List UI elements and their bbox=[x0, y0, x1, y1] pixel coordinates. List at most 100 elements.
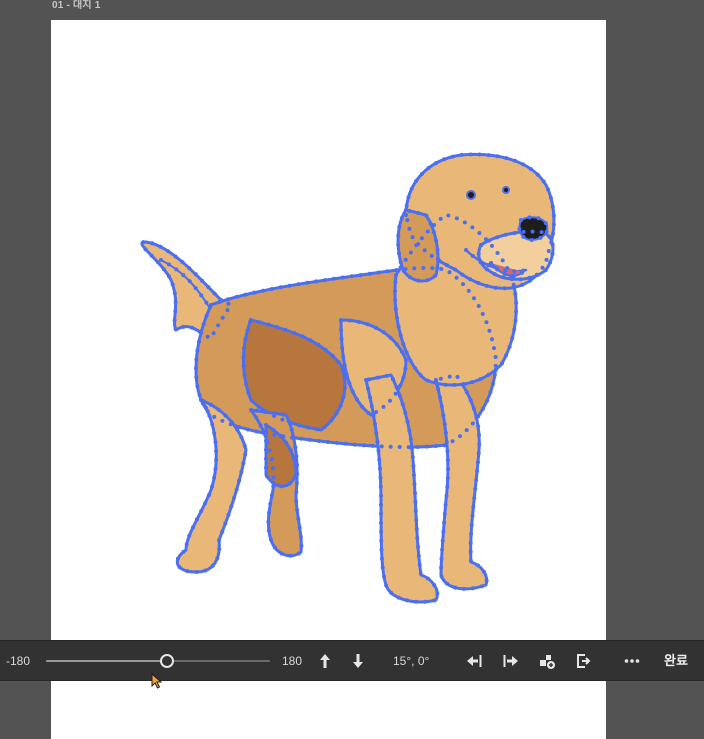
anchor-point[interactable] bbox=[528, 167, 533, 171]
anchor-point[interactable] bbox=[461, 586, 466, 591]
anchor-point[interactable] bbox=[272, 545, 277, 550]
anchor-point[interactable] bbox=[339, 319, 343, 323]
anchor-point[interactable] bbox=[419, 172, 424, 176]
anchor-point[interactable] bbox=[435, 591, 440, 596]
anchor-point[interactable] bbox=[166, 249, 171, 254]
anchor-point[interactable] bbox=[342, 385, 347, 390]
anchor-point[interactable] bbox=[204, 313, 209, 318]
anchor-point[interactable] bbox=[418, 571, 423, 576]
anchor-point[interactable] bbox=[411, 464, 416, 469]
anchor-point[interactable] bbox=[323, 348, 328, 352]
anchor-point[interactable] bbox=[266, 519, 271, 524]
anchor-point[interactable] bbox=[204, 300, 209, 305]
anchor-point[interactable] bbox=[484, 578, 489, 583]
anchor-point[interactable] bbox=[332, 276, 336, 281]
anchor-point[interactable] bbox=[550, 242, 555, 247]
anchor-point[interactable] bbox=[419, 236, 424, 241]
anchor-point[interactable] bbox=[344, 372, 349, 377]
anchor-point[interactable] bbox=[444, 493, 449, 498]
anchor-point[interactable] bbox=[308, 437, 312, 442]
anchor-point[interactable] bbox=[406, 195, 411, 200]
anchor-point[interactable] bbox=[242, 373, 247, 378]
anchor-point[interactable] bbox=[403, 366, 408, 371]
anchor-point[interactable] bbox=[502, 286, 507, 291]
anchor-point[interactable] bbox=[453, 585, 458, 590]
anchor-point[interactable] bbox=[367, 377, 371, 382]
anchor-point[interactable] bbox=[284, 440, 289, 445]
anchor-point[interactable] bbox=[340, 275, 345, 280]
anchor-point[interactable] bbox=[500, 361, 504, 366]
anchor-point[interactable] bbox=[503, 268, 508, 273]
anchor-point[interactable] bbox=[330, 353, 335, 358]
anchor-point[interactable] bbox=[244, 382, 249, 386]
anchor-point[interactable] bbox=[388, 335, 393, 340]
anchor-point[interactable] bbox=[201, 322, 206, 327]
anchor-point[interactable] bbox=[394, 273, 398, 277]
anchor-point[interactable] bbox=[488, 390, 493, 395]
anchor-point[interactable] bbox=[434, 381, 439, 386]
anchor-point[interactable] bbox=[291, 456, 296, 461]
anchor-point[interactable] bbox=[368, 395, 373, 400]
anchor-point[interactable] bbox=[268, 501, 273, 506]
anchor-point[interactable] bbox=[235, 427, 240, 432]
anchor-point[interactable] bbox=[513, 291, 518, 296]
anchor-point[interactable] bbox=[229, 420, 234, 425]
anchor-point[interactable] bbox=[404, 208, 408, 212]
anchor-point[interactable] bbox=[294, 481, 299, 485]
anchor-point[interactable] bbox=[214, 458, 219, 463]
anchor-point[interactable] bbox=[388, 398, 392, 403]
anchor-point[interactable] bbox=[294, 499, 299, 503]
anchor-point[interactable] bbox=[210, 563, 215, 568]
anchor-point[interactable] bbox=[225, 308, 230, 313]
anchor-point[interactable] bbox=[424, 213, 429, 218]
anchor-point[interactable] bbox=[208, 305, 212, 310]
anchor-point[interactable] bbox=[242, 443, 247, 448]
anchor-point[interactable] bbox=[412, 482, 417, 487]
anchor-point[interactable] bbox=[445, 263, 450, 268]
anchor-point[interactable] bbox=[234, 294, 239, 299]
anchor-point[interactable] bbox=[286, 419, 291, 423]
anchor-point[interactable] bbox=[288, 553, 293, 558]
anchor-point[interactable] bbox=[158, 244, 163, 249]
anchor-point[interactable] bbox=[287, 283, 292, 288]
anchor-point[interactable] bbox=[434, 238, 439, 243]
anchor-point[interactable] bbox=[399, 216, 404, 220]
anchor-point[interactable] bbox=[213, 440, 218, 445]
anchor-point[interactable] bbox=[546, 187, 550, 192]
anchor-point[interactable] bbox=[194, 570, 199, 574]
anchor-point[interactable] bbox=[412, 266, 417, 271]
anchor-point[interactable] bbox=[317, 439, 321, 443]
anchor-point[interactable] bbox=[395, 316, 399, 320]
anchor-point[interactable] bbox=[205, 409, 210, 414]
anchor-point[interactable] bbox=[550, 204, 555, 209]
anchor-point[interactable] bbox=[379, 502, 383, 507]
anchor-point[interactable] bbox=[446, 213, 451, 218]
anchor-point[interactable] bbox=[376, 448, 381, 453]
anchor-point[interactable] bbox=[431, 230, 436, 235]
anchor-point[interactable] bbox=[477, 442, 482, 447]
anchor-point[interactable] bbox=[293, 465, 298, 470]
anchor-point[interactable] bbox=[264, 456, 268, 461]
anchor-point[interactable] bbox=[474, 415, 479, 420]
anchor-point[interactable] bbox=[548, 260, 553, 265]
anchor-point[interactable] bbox=[514, 300, 519, 305]
anchor-point[interactable] bbox=[254, 408, 259, 413]
anchor-point[interactable] bbox=[421, 266, 426, 270]
anchor-point[interactable] bbox=[442, 520, 447, 525]
anchor-point[interactable] bbox=[521, 234, 526, 239]
anchor-point[interactable] bbox=[415, 445, 420, 449]
anchor-point[interactable] bbox=[430, 266, 435, 271]
anchor-point[interactable] bbox=[348, 318, 352, 323]
anchor-point[interactable] bbox=[434, 161, 438, 166]
anchor-point[interactable] bbox=[195, 348, 200, 353]
anchor-point[interactable] bbox=[409, 186, 414, 191]
anchor-point[interactable] bbox=[476, 304, 481, 308]
anchor-point[interactable] bbox=[536, 272, 540, 277]
anchor-point[interactable] bbox=[216, 323, 221, 328]
anchor-point[interactable] bbox=[379, 444, 384, 449]
anchor-point[interactable] bbox=[216, 407, 221, 412]
anchor-point[interactable] bbox=[486, 372, 491, 377]
anchor-point[interactable] bbox=[396, 233, 401, 238]
anchor-point[interactable] bbox=[223, 413, 228, 418]
anchor-point[interactable] bbox=[495, 267, 500, 272]
